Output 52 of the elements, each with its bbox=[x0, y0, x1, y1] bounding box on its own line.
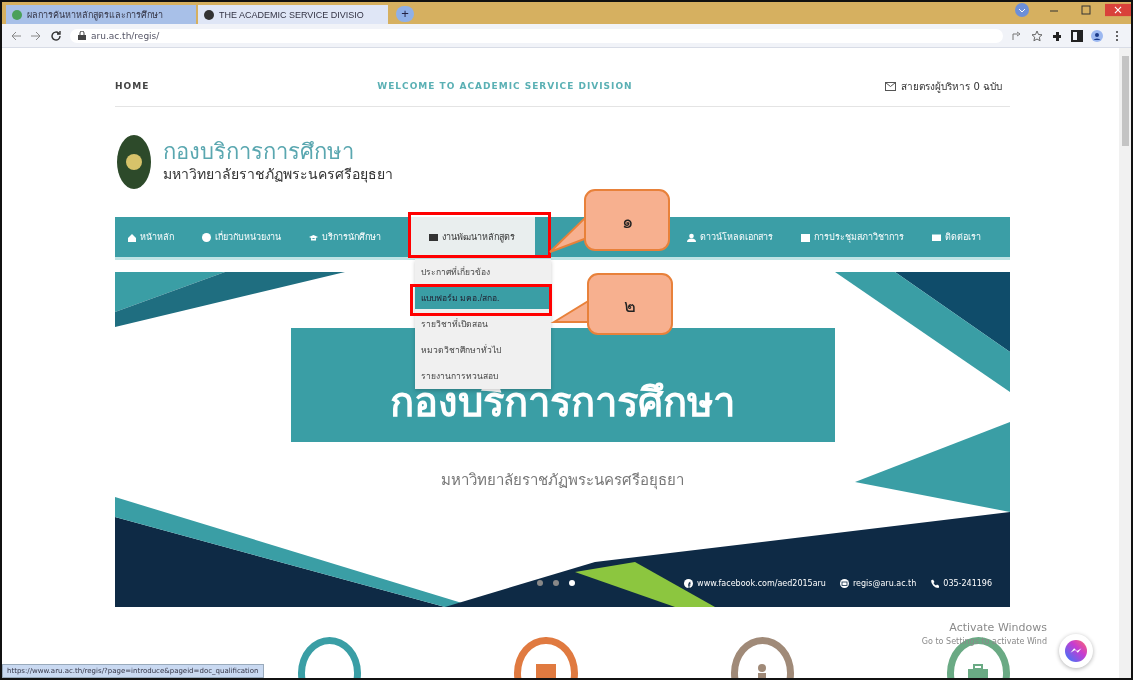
forward-icon[interactable] bbox=[30, 29, 42, 42]
envelope-icon bbox=[885, 81, 897, 91]
carousel-dot[interactable] bbox=[569, 580, 575, 586]
carousel-dot[interactable] bbox=[553, 580, 559, 586]
profile-icon[interactable] bbox=[1091, 29, 1103, 42]
sidebar-icon[interactable] bbox=[1071, 29, 1083, 42]
banner-subtitle: มหาวิทยาลัยราชภัฏพระนครศรีอยุธยา bbox=[441, 470, 684, 492]
share-icon[interactable] bbox=[1011, 29, 1023, 42]
lock-icon bbox=[78, 31, 86, 40]
scrollbar[interactable] bbox=[1119, 48, 1131, 678]
home-icon bbox=[127, 232, 136, 242]
welcome-text: WELCOME TO ACADEMIC SERVICE DIVISION bbox=[377, 81, 633, 91]
dropdown-item[interactable]: รายงานการทวนสอบ bbox=[415, 365, 551, 387]
graduation-cap-icon bbox=[309, 232, 318, 242]
card-icon bbox=[932, 232, 941, 242]
browser-tab[interactable]: THE ACADEMIC SERVICE DIVISIO bbox=[198, 5, 388, 24]
contact-text: regis@aru.ac.th bbox=[852, 578, 917, 588]
site-title: กองบริการการศึกษา bbox=[163, 139, 355, 166]
email-icon bbox=[839, 578, 849, 588]
callout: ๒ bbox=[548, 272, 675, 338]
home-link[interactable]: HOME bbox=[115, 81, 150, 91]
chat-button[interactable] bbox=[1059, 634, 1093, 668]
favicon-icon bbox=[12, 9, 22, 20]
book-icon bbox=[535, 664, 556, 678]
browser-tab[interactable]: ผลการค้นหาหลักสูตรและการศึกษา bbox=[6, 5, 196, 24]
carousel-dot[interactable] bbox=[537, 580, 543, 586]
calendar-icon bbox=[801, 232, 810, 242]
phone-icon bbox=[930, 578, 940, 588]
globe-icon bbox=[204, 9, 214, 20]
dropdown-item[interactable]: แบบฟอร์ม มคอ./สกอ. bbox=[415, 287, 551, 309]
facebook-icon bbox=[684, 578, 694, 588]
person-icon bbox=[687, 232, 696, 242]
contact-text: 035-241196 bbox=[943, 578, 992, 588]
puzzle-icon[interactable] bbox=[1051, 29, 1063, 42]
reload-icon[interactable] bbox=[50, 29, 62, 42]
list-icon bbox=[429, 232, 438, 242]
address-bar[interactable]: aru.ac.th/regis/ bbox=[70, 28, 1003, 43]
close-icon[interactable] bbox=[1105, 2, 1131, 18]
back-icon[interactable] bbox=[10, 29, 22, 42]
info-icon bbox=[202, 232, 211, 242]
dropdown-item[interactable]: หมวดวิชาศึกษาทั่วไป bbox=[415, 339, 551, 361]
activate-windows-title: Activate Windows bbox=[949, 621, 1047, 634]
messenger-icon bbox=[1065, 639, 1087, 663]
university-logo bbox=[117, 135, 151, 189]
star-icon[interactable] bbox=[1031, 29, 1043, 42]
new-tab-button[interactable]: + bbox=[396, 6, 414, 22]
briefcase-icon bbox=[968, 664, 989, 678]
site-subtitle: มหาวิทยาลัยราชภัฏพระนครศรีอยุธยา bbox=[163, 165, 393, 185]
dropdown-item[interactable]: ประกาศที่เกี่ยวข้อง bbox=[415, 261, 551, 283]
nav-menu-item[interactable]: งานพัฒนาหลักสูตร bbox=[409, 217, 535, 257]
contact-text: www.facebook.com/aed2015aru bbox=[697, 578, 826, 588]
mail-link[interactable]: สายตรงผู้บริหาร 0 ฉบับ bbox=[901, 78, 1002, 94]
